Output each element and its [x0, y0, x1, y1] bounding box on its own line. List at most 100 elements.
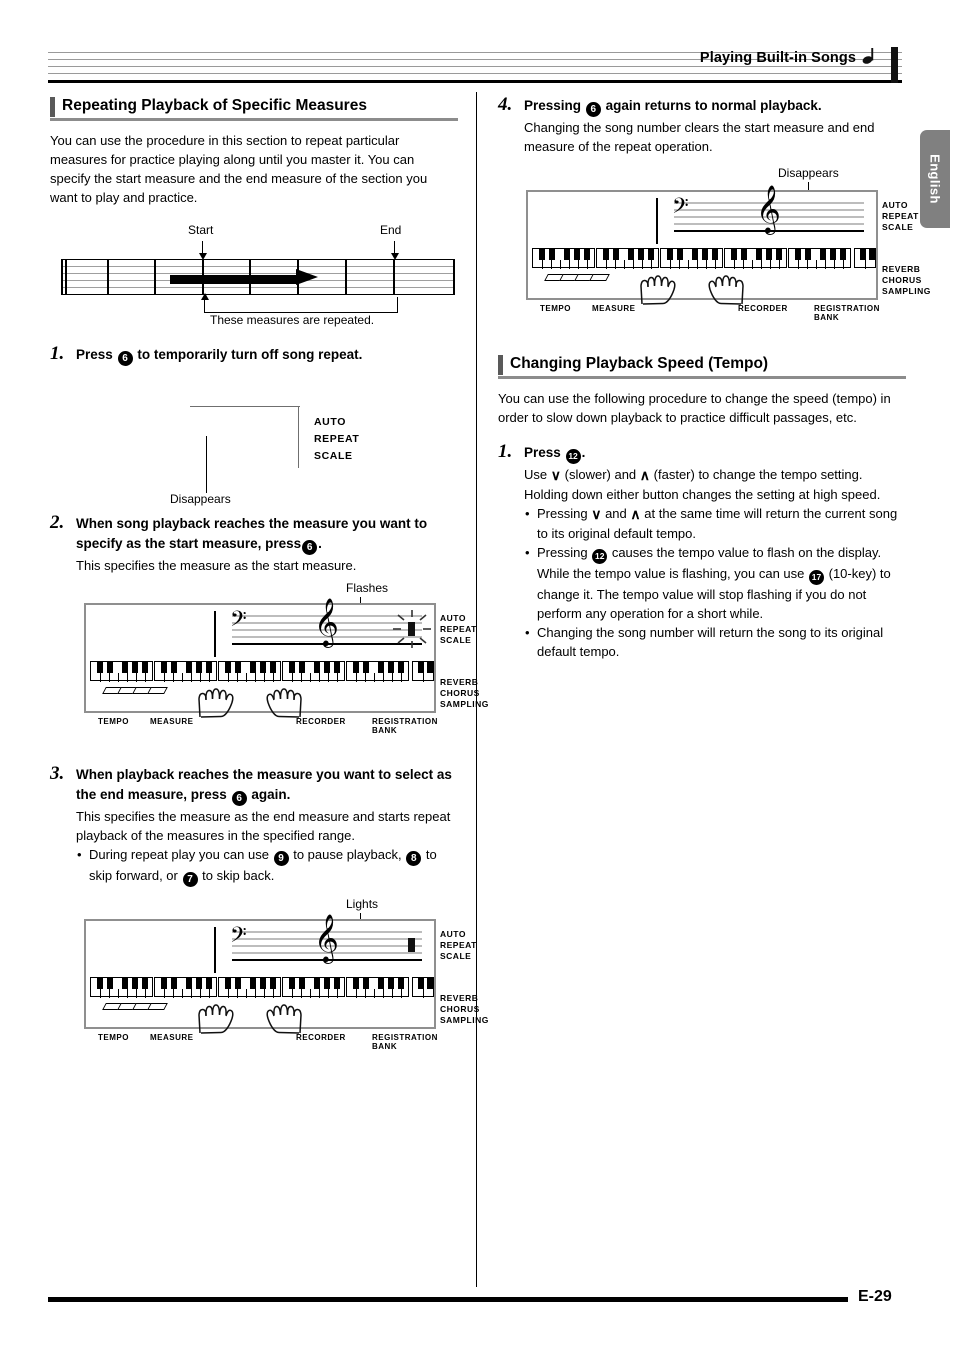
- tempo-step-1-number: 1.: [498, 441, 513, 462]
- step-3-heading-post: again.: [251, 787, 291, 802]
- hand-icon-right: [698, 270, 750, 306]
- lcd-indicator-auto: AUTO: [882, 200, 908, 210]
- lcd-indicator-repeat: REPEAT: [440, 940, 477, 950]
- document-page: Playing Built-in Songs English Repeating…: [0, 0, 954, 1348]
- tempo-bullets: Pressing ∨ and ∧ at the same time will r…: [524, 504, 906, 661]
- page-number: E-29: [858, 1288, 892, 1305]
- lcd-keyboard-strip: [90, 977, 434, 998]
- tempo-body-b: (slower) and: [564, 467, 637, 482]
- step-2: 2. When song playback reaches the measur…: [50, 512, 488, 745]
- hand-icon-left: [194, 999, 246, 1035]
- tempo-step-1-heading: Press 12.: [524, 443, 906, 464]
- repeat-range-brace: [199, 293, 398, 314]
- step-1-number: 1.: [50, 343, 65, 364]
- bullet-1-b: and: [605, 506, 627, 521]
- lcd-indicator-sampling: SAMPLING: [440, 699, 489, 709]
- start-arrow-icon: [198, 241, 207, 260]
- step-4-number: 4.: [498, 94, 513, 115]
- lcd-label-measure: MEASURE: [150, 1033, 194, 1042]
- section-heading-text: Repeating Playback of Specific Measures: [62, 97, 367, 114]
- callout-flashes-label: Flashes: [346, 581, 389, 595]
- language-tab: English: [920, 130, 950, 228]
- button-6-badge: 6: [585, 102, 601, 117]
- bullet-text-e: to skip back.: [202, 868, 275, 883]
- hand-icon-left: [636, 270, 688, 306]
- tempo-bullet-3: Changing the song number will return the…: [524, 623, 906, 661]
- lcd-indicator-auto: AUTO: [440, 613, 466, 623]
- tempo-step-1-body: Use ∨ (slower) and ∧ (faster) to change …: [524, 465, 906, 504]
- step-2-heading-pre: When song playback reaches the measure y…: [76, 516, 428, 551]
- header-rule: [48, 80, 902, 83]
- lcd-indicator-scale: SCALE: [440, 635, 472, 645]
- tempo-step-1-heading-pre: Press: [524, 445, 561, 460]
- lcd-indicator-reverb: REVERB: [440, 677, 479, 687]
- callout-lights-label: Lights: [346, 897, 379, 911]
- lcd-indicator-reverb: REVERB: [882, 264, 921, 274]
- indicator-auto: AUTO: [314, 416, 346, 428]
- callout-left-vline: [206, 436, 208, 493]
- running-header: Playing Built-in Songs: [48, 47, 902, 84]
- lcd-indicator-chorus: CHORUS: [882, 275, 922, 285]
- lcd-indicator-auto: AUTO: [440, 929, 466, 939]
- lcd-label-tempo: TEMPO: [540, 304, 571, 313]
- bass-clef-icon: 𝄢: [230, 923, 247, 953]
- step-2-heading-post: .: [318, 536, 322, 551]
- bass-clef-icon: 𝄢: [230, 607, 247, 637]
- button-8-badge: 8: [406, 851, 422, 866]
- button-6-badge: 6: [117, 351, 133, 366]
- step-4-body: Changing the song number clears the star…: [524, 120, 875, 154]
- lcd-label-bank: BANK: [372, 726, 398, 735]
- lcd-panel: 𝄢 𝄞: [526, 188, 878, 305]
- right-column: 4. Pressing 6 again returns to normal pl…: [498, 94, 930, 661]
- lcd-indicator-scale: SCALE: [440, 951, 472, 961]
- step-2-lcd-figure: Flashes 𝄢 𝄞 AUTO REPEAT SCALE REVERB CHO…: [50, 581, 488, 745]
- step-3-bullets: During repeat play you can use 9 to paus…: [76, 845, 458, 887]
- bullet-3-text: Changing the song number will return the…: [537, 625, 884, 659]
- bullet-text-c: to pause playback,: [293, 847, 402, 862]
- step-4-heading: Pressing 6 again returns to normal playb…: [524, 96, 906, 117]
- section-heading-repeating-playback: Repeating Playback of Specific Measures: [50, 96, 458, 121]
- lcd-cursor-bar: [214, 927, 216, 973]
- flash-rays-icon: [392, 609, 432, 649]
- step-2-heading: When song playback reaches the measure y…: [76, 514, 458, 555]
- lcd-indicator-sampling: SAMPLING: [882, 286, 931, 296]
- repeat-indicator-block: [408, 938, 415, 952]
- callout-disappears-label: Disappears: [778, 166, 839, 180]
- up-arrow-icon: ∧: [630, 506, 641, 522]
- lcd-indicator-chorus: CHORUS: [440, 688, 480, 698]
- lcd-label-recorder: RECORDER: [738, 304, 788, 313]
- tempo-step-1: 1. Press 12. Use ∨ (slower) and ∧ (faste…: [498, 441, 906, 661]
- tempo-intro-paragraph: You can use the following procedure to c…: [498, 391, 891, 425]
- lcd-label-measure: MEASURE: [592, 304, 636, 313]
- lcd-label-measure: MEASURE: [150, 717, 194, 726]
- button-17-badge: 17: [809, 570, 824, 585]
- button-6-badge: 6: [302, 540, 318, 555]
- heading-accent-bar: [50, 97, 55, 117]
- button-12-badge: 12: [565, 449, 581, 464]
- callout-right-vline: [298, 406, 300, 468]
- indicator-repeat: REPEAT: [314, 433, 360, 445]
- lcd-cursor-bar: [656, 198, 658, 244]
- step-1-callout-figure: Disappears AUTO REPEAT SCALE: [50, 374, 458, 506]
- lcd-indicator-repeat: REPEAT: [882, 211, 919, 221]
- lcd-label-recorder: RECORDER: [296, 1033, 346, 1042]
- lcd-label-bank: BANK: [372, 1042, 398, 1051]
- lcd-label-bank: BANK: [814, 313, 840, 322]
- indicator-scale: SCALE: [314, 450, 353, 462]
- lcd-keyboard-strip: [532, 248, 876, 269]
- footer-rule: [48, 1297, 848, 1302]
- bullet-1-a: Pressing: [537, 506, 588, 521]
- lcd-indicator-repeat: REPEAT: [440, 624, 477, 634]
- lcd-label-recorder: RECORDER: [296, 717, 346, 726]
- lcd-indicator-scale: SCALE: [882, 222, 914, 232]
- bullet-text-a: During repeat play you can use: [89, 847, 269, 862]
- step-1-heading-pre: Press: [76, 347, 113, 362]
- lcd-panel: 𝄢 𝄞: [84, 601, 436, 718]
- step-3-heading: When playback reaches the measure you wa…: [76, 765, 458, 806]
- bass-clef-icon: 𝄢: [672, 194, 689, 224]
- lcd-cursor-bar: [214, 611, 216, 657]
- treble-clef-icon: 𝄞: [314, 913, 339, 962]
- tempo-step-1-heading-post: .: [581, 445, 586, 460]
- lcd-indicator-reverb: REVERB: [440, 993, 479, 1003]
- figure-start-label: Start: [188, 223, 214, 237]
